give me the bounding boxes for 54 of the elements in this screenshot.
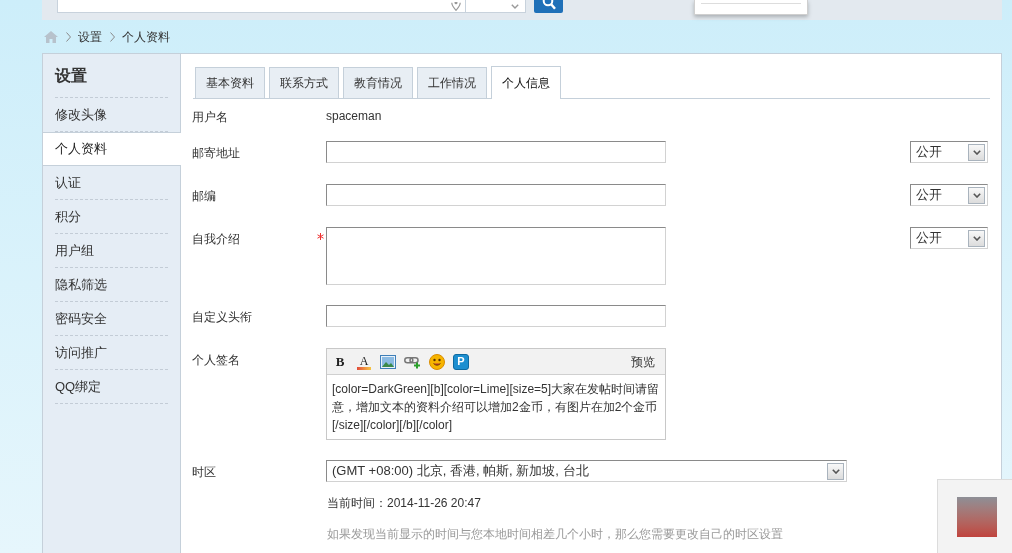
timezone-select[interactable]: (GMT +08:00) 北京, 香港, 帕斯, 新加坡, 台北 (326, 460, 847, 482)
field-label: 邮寄地址 (192, 146, 240, 160)
p-badge-button[interactable]: P (453, 353, 469, 370)
privacy-select[interactable]: 公开 (910, 184, 988, 206)
tab[interactable]: 个人信息 (491, 66, 561, 99)
current-time-text: 当前时间：2014-11-26 20:47 (327, 496, 481, 510)
search-icon (541, 0, 556, 10)
textarea-field[interactable] (326, 227, 666, 285)
sidebar-title: 设置 (55, 65, 87, 86)
text-input-field[interactable] (326, 184, 666, 206)
tab[interactable]: 教育情况 (343, 67, 413, 98)
smiley-icon[interactable] (429, 353, 445, 370)
sidebar-item[interactable]: 访问推广 (55, 342, 107, 363)
location-pin-icon[interactable] (451, 2, 461, 11)
bold-button[interactable]: B (332, 353, 348, 370)
font-color-button[interactable]: A (356, 353, 372, 370)
preview-link[interactable]: 预览 (631, 352, 655, 371)
breadcrumb-link[interactable]: 设置 (78, 27, 102, 46)
sidebar-item[interactable]: 用户组 (55, 240, 94, 261)
sidebar-item[interactable]: QQ绑定 (55, 376, 102, 397)
chevron-down-icon (972, 235, 981, 241)
field-label: 自定义头衔 (192, 310, 252, 324)
privacy-select[interactable]: 公开 (910, 141, 988, 163)
sidebar-item[interactable]: 修改头像 (55, 104, 107, 125)
tab[interactable]: 联系方式 (269, 67, 339, 98)
photo-placeholder (957, 496, 997, 537)
field-value: spaceman (326, 108, 382, 125)
signature-field[interactable]: [color=DarkGreen][b][color=Lime][size=5]大家在发帖时间请留意，增加文本的资料介绍可以增加2金币，有图片在加2个金币[/size][/color][/b][/color] (327, 375, 665, 439)
field-label: 自我介绍 (192, 232, 240, 246)
text-input-field[interactable] (326, 141, 666, 163)
caret-down-icon (511, 3, 519, 9)
sidebar-item[interactable]: 认证 (55, 172, 81, 193)
tab[interactable]: 基本资料 (195, 67, 265, 98)
chain-link-icon[interactable] (404, 354, 421, 369)
field-label: 个人签名 (192, 353, 240, 367)
sidebar-item[interactable]: 隐私筛选 (55, 274, 107, 295)
search-button[interactable] (534, 0, 563, 13)
image-icon[interactable] (380, 354, 396, 369)
breadcrumb-link[interactable]: 个人资料 (122, 27, 170, 46)
search-field[interactable] (57, 0, 466, 13)
chevron-down-icon (972, 192, 981, 198)
field-label: 用户名 (192, 110, 228, 124)
chevron-down-icon (972, 149, 981, 155)
chevron-down-icon (831, 468, 840, 474)
chevron-right-icon (110, 31, 115, 42)
tab[interactable]: 工作情况 (417, 67, 487, 98)
sidebar-item[interactable]: 密码安全 (55, 308, 107, 329)
privacy-select[interactable]: 公开 (910, 227, 988, 249)
text-input-field[interactable] (326, 305, 666, 327)
field-label: 邮编 (192, 189, 216, 203)
timezone-hint: 如果发现当前显示的时间与您本地时间相差几个小时，那么您需要更改自己的时区设置 (327, 527, 783, 541)
chevron-right-icon (66, 31, 71, 42)
sidebar-item[interactable]: 积分 (55, 206, 81, 227)
field-label: 时区 (192, 465, 216, 479)
